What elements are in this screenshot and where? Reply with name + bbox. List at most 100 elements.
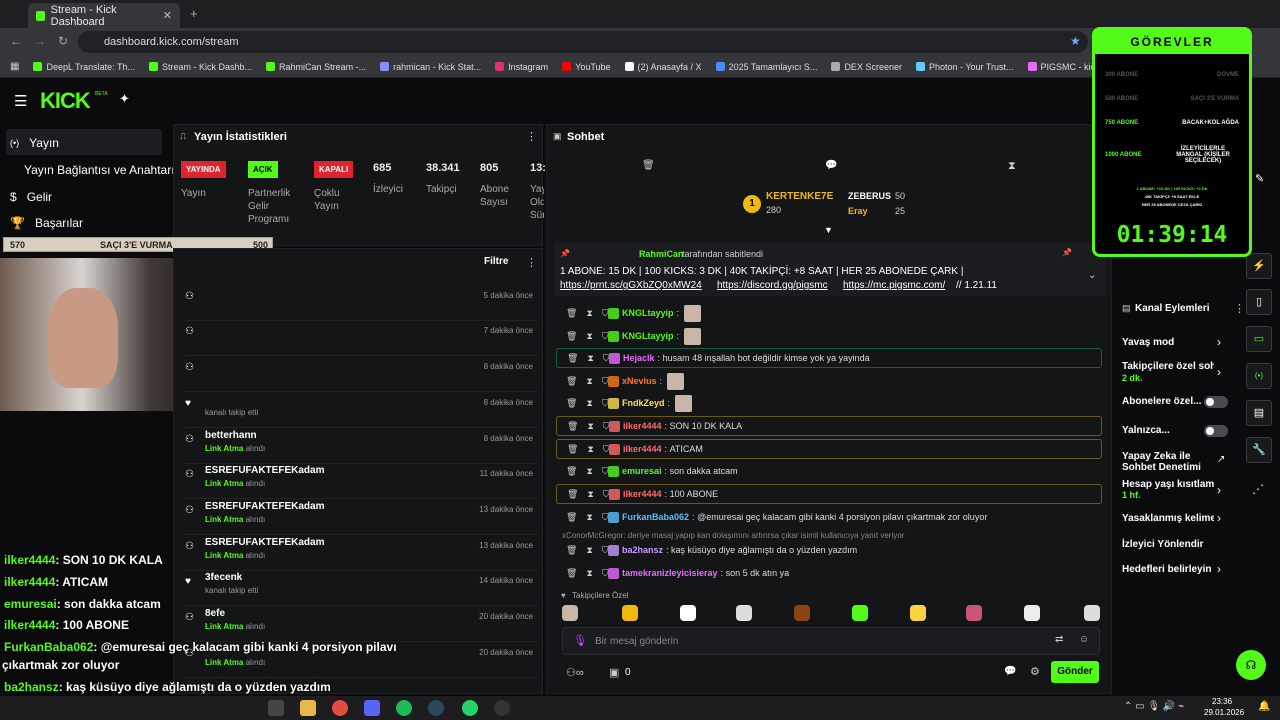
folder-icon[interactable] xyxy=(300,700,316,716)
nav-gelir[interactable]: $ Gelir xyxy=(10,190,52,204)
chat-bubble2-icon[interactable]: 💬 xyxy=(1004,666,1016,677)
bookmark-4[interactable]: Instagram xyxy=(495,62,548,72)
timeout-icon[interactable]: ⧗ xyxy=(587,444,593,455)
bookmark-2[interactable]: RahmiCan Stream -... xyxy=(266,62,366,72)
chat-message[interactable]: 🗑 ⧗ ⛉ Hejaclk: husam 48 inşallah bot değil… xyxy=(556,348,1102,368)
bookmark-3[interactable]: rahmican - Kick Stat... xyxy=(380,62,481,72)
new-tab-icon[interactable]: + xyxy=(190,6,198,21)
stats-more-icon[interactable]: ⋮ xyxy=(526,130,537,143)
menu-icon[interactable]: ☰ xyxy=(14,92,27,110)
bookmark-9[interactable]: Photon - Your Trust... xyxy=(915,62,1014,72)
emote-button[interactable] xyxy=(852,605,868,621)
chevron-right-icon[interactable]: › xyxy=(1217,562,1221,576)
emote-button[interactable] xyxy=(562,605,578,621)
chat-username[interactable]: ilker4444 xyxy=(623,489,662,499)
delete-icon[interactable]: 🗑 xyxy=(566,331,577,342)
send-button[interactable]: Gönder xyxy=(1051,661,1099,683)
chat-message[interactable]: 🗑 ⧗ ⛉ ilker4444: ATICAM xyxy=(556,439,1102,459)
chat-username[interactable]: KNGLtayyip xyxy=(622,308,674,318)
collapse-icon[interactable]: ▼ xyxy=(824,225,833,235)
emote-button[interactable] xyxy=(966,605,982,621)
timeout-icon[interactable]: ⧗ xyxy=(587,421,593,432)
chevron-right-icon[interactable]: › xyxy=(1217,483,1221,497)
pencil-icon[interactable]: ✎ xyxy=(1255,172,1264,185)
timeout-icon[interactable]: ⧗ xyxy=(586,308,592,319)
pinned-link3[interactable]: https://mc.pigsmc.com/ xyxy=(843,280,945,291)
delete-icon[interactable]: 🗑 xyxy=(566,568,577,579)
layout-icon[interactable]: ▤ xyxy=(1246,400,1272,426)
broadcast-dock-icon[interactable]: (•) xyxy=(1246,363,1272,389)
chat-username[interactable]: emuresai xyxy=(622,466,662,476)
delete-icon[interactable]: 🗑 xyxy=(566,398,577,409)
bookmark-star-icon[interactable]: ★ xyxy=(1070,34,1081,48)
whatsapp-icon[interactable] xyxy=(462,700,478,716)
mic-icon[interactable]: 🎙 xyxy=(573,634,587,647)
settings-icon[interactable]: ⚙ xyxy=(1030,665,1040,678)
unpin-icon[interactable]: 📌 xyxy=(1062,248,1072,257)
set-goals[interactable]: Hedefleri belirleyin xyxy=(1122,564,1211,575)
bookmark-5[interactable]: YouTube xyxy=(562,62,611,72)
ai-moderation[interactable]: Yapay Zeka ile Sohbet Denetimi xyxy=(1122,451,1202,473)
chat-message[interactable]: 🗑 ⧗ ⛉ KNGLtayyip: xyxy=(556,326,1102,346)
chat-message[interactable]: 🗑 ⧗ ⛉ ba2hansz: kaş küsüyo diye ağlamıştı … xyxy=(556,540,1102,560)
chat-message[interactable]: 🗑 ⧗ ⛉ ilker4444: SON 10 DK KALA xyxy=(556,416,1102,436)
account-age[interactable]: Hesap yaşı kısıtlama xyxy=(1122,479,1214,490)
timeout-icon[interactable]: ⧗ xyxy=(586,331,592,342)
delete-icon[interactable]: 🗑 xyxy=(567,353,578,364)
chat-username[interactable]: ilker4444 xyxy=(623,421,662,431)
emote-button[interactable] xyxy=(680,605,696,621)
hourglass-icon[interactable]: ⧗ xyxy=(1008,160,1016,173)
close-tab-icon[interactable]: ✕ xyxy=(163,9,172,22)
delete-icon[interactable]: 🗑 xyxy=(566,466,577,477)
chat-message[interactable]: 🗑 ⧗ ⛉ emuresai: son dakka atcam xyxy=(556,461,1102,481)
banned-words[interactable]: Yasaklanmış kelime xyxy=(1122,513,1214,524)
bookmark-6[interactable]: (2) Anasayfa / X xyxy=(624,62,702,72)
support-icon[interactable]: ☊ xyxy=(1236,650,1266,680)
chat-message[interactable]: 🗑 ⧗ ⛉ tamekranizleyicisieray: son 5 dk atı… xyxy=(556,563,1102,583)
delete-icon[interactable]: 🗑 xyxy=(567,421,578,432)
delete-icon[interactable]: 🗑 xyxy=(566,376,577,387)
browser-tab[interactable]: Stream - Kick Dashboard ✕ xyxy=(28,3,180,28)
tools-icon[interactable]: ✦ xyxy=(119,91,130,107)
chat-message[interactable]: 🗑 ⧗ ⛉ xNevius: xyxy=(556,371,1102,391)
notification-icon[interactable]: 🔔 xyxy=(1258,701,1270,712)
emote-button[interactable] xyxy=(1084,605,1100,621)
chat-username[interactable]: FndkZeyd xyxy=(622,398,665,408)
translate-icon[interactable]: ⇄ xyxy=(1055,634,1063,645)
pinned-link2[interactable]: https://discord.gg/pigsmc xyxy=(717,280,828,291)
expand-pinned-icon[interactable]: ⌄ xyxy=(1088,270,1096,281)
reload-icon[interactable]: ↻ xyxy=(58,34,68,48)
bookmark-0[interactable]: DeepL Translate: Th... xyxy=(33,62,135,72)
timeout-icon[interactable]: ⧗ xyxy=(586,398,592,409)
timeout-icon[interactable]: ⧗ xyxy=(586,512,592,523)
explorer-icon[interactable] xyxy=(268,700,284,716)
obs-icon[interactable] xyxy=(494,700,510,716)
followers-only-chat[interactable]: Takipçilere özel soh xyxy=(1122,361,1214,372)
discord-icon[interactable] xyxy=(364,700,380,716)
bookmark-7[interactable]: 2025 Tamamlayıcı S... xyxy=(715,62,817,72)
chrome-icon[interactable] xyxy=(332,700,348,716)
chat-username[interactable]: KNGLtayyip xyxy=(622,331,674,341)
kanal-more-icon[interactable]: ⋮ xyxy=(1234,302,1245,315)
emote-button[interactable] xyxy=(910,605,926,621)
bookmark-8[interactable]: DEX Screener xyxy=(831,62,902,72)
document-icon[interactable]: ▯ xyxy=(1246,289,1272,315)
timeout-icon[interactable]: ⧗ xyxy=(586,466,592,477)
emote-button[interactable] xyxy=(794,605,810,621)
delete-icon[interactable]: 🗑 xyxy=(566,308,577,319)
users-icon[interactable]: ⚇∞ xyxy=(566,666,584,679)
chat-username[interactable]: ba2hansz xyxy=(622,545,663,555)
redirect-viewers[interactable]: İzleyici Yönlendir xyxy=(1122,539,1204,550)
emoji-icon[interactable]: ☺ xyxy=(1079,634,1089,645)
timeout-icon[interactable]: ⧗ xyxy=(586,376,592,387)
nav-basarilar[interactable]: 🏆 Başarılar xyxy=(10,216,83,230)
subs-only-toggle[interactable] xyxy=(1204,396,1228,408)
delete-icon[interactable]: 🗑 xyxy=(566,545,577,556)
chat-message[interactable]: 🗑 ⧗ ⛉ FndkZeyd: xyxy=(556,393,1102,413)
chat-message[interactable]: 🗑 ⧗ ⛉ FurkanBaba062: @emuresai geç kalacam… xyxy=(556,507,1102,527)
chevron-right-icon[interactable]: › xyxy=(1217,335,1221,349)
delete-icon[interactable]: 🗑 xyxy=(566,512,577,523)
timeout-icon[interactable]: ⧗ xyxy=(587,353,593,364)
chat-username[interactable]: Hejaclk xyxy=(623,353,655,363)
chat-bubble-icon[interactable]: 💬 xyxy=(825,160,837,171)
